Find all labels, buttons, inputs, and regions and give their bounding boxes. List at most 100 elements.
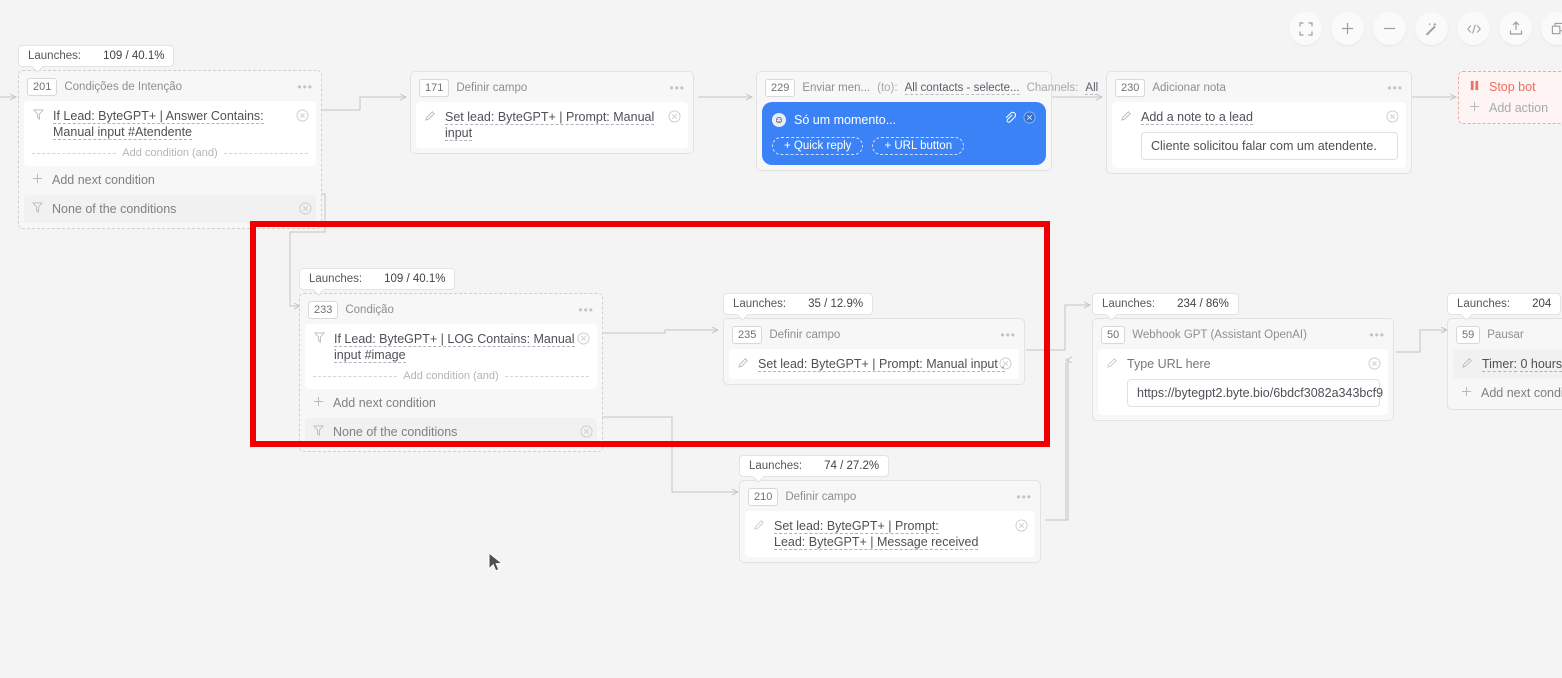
remove-message-icon[interactable] bbox=[1023, 111, 1036, 129]
webhook-card[interactable]: Type URL here https://bytegpt2.byte.bio/… bbox=[1098, 349, 1388, 415]
node-menu-icon[interactable]: ••• bbox=[1016, 491, 1032, 503]
to-value[interactable]: All contacts - selecte... bbox=[904, 82, 1020, 95]
remove-branch-icon[interactable] bbox=[299, 202, 312, 215]
node-title: Condição bbox=[345, 304, 394, 316]
node-229-header: 229 Enviar men... (to): All contacts - s… bbox=[762, 77, 1120, 102]
canvas-toolbar[interactable] bbox=[1289, 12, 1562, 45]
timer-card[interactable]: Timer: 0 hours bbox=[1453, 349, 1562, 379]
remove-condition-icon[interactable] bbox=[577, 332, 590, 345]
flow-canvas[interactable]: Launches: 109 / 40.1% 201 Condições de I… bbox=[0, 0, 1562, 678]
channels-label: Channels: bbox=[1026, 82, 1079, 94]
node-171-header: 171 Definir campo ••• bbox=[416, 77, 688, 102]
node-230-header: 230 Adicionar nota ••• bbox=[1112, 77, 1406, 102]
action-text-line2: Lead: ByteGPT+ | Message received bbox=[774, 535, 979, 550]
action-card[interactable]: Set lead: ByteGPT+ | Prompt: Lead: ByteG… bbox=[745, 511, 1035, 557]
node-title: Definir campo bbox=[769, 329, 841, 341]
remove-branch-icon[interactable] bbox=[580, 425, 593, 438]
node-229-enviar-mensagem[interactable]: 229 Enviar men... (to): All contacts - s… bbox=[756, 71, 1120, 171]
to-label: (to): bbox=[877, 82, 898, 94]
pencil-icon bbox=[424, 109, 437, 121]
node-id: 171 bbox=[419, 79, 450, 97]
add-next-condition-201[interactable]: Add next condition bbox=[24, 166, 316, 191]
node-menu-icon[interactable]: ••• bbox=[1369, 329, 1385, 341]
node-menu-icon[interactable]: ••• bbox=[578, 304, 594, 316]
plus-icon bbox=[32, 173, 43, 187]
filter-icon bbox=[32, 108, 45, 120]
node-59-header: 59 Pausar bbox=[1453, 324, 1562, 349]
remove-action-icon[interactable] bbox=[1368, 357, 1381, 370]
node-menu-icon[interactable]: ••• bbox=[669, 82, 685, 94]
add-next-condition-59[interactable]: Add next condition bbox=[1453, 379, 1562, 404]
action-card[interactable]: Set lead: ByteGPT+ | Prompt: Manual inpu… bbox=[729, 349, 1019, 379]
fullscreen-button[interactable] bbox=[1289, 12, 1322, 45]
node-59-pausar[interactable]: 59 Pausar Timer: 0 hours Add next condit… bbox=[1447, 318, 1562, 410]
none-of-conditions-233[interactable]: None of the conditions bbox=[305, 418, 597, 446]
zoom-in-button[interactable] bbox=[1331, 12, 1364, 45]
plus-icon bbox=[313, 396, 324, 410]
launches-label: Launches: bbox=[749, 460, 803, 472]
node-233-condicao[interactable]: 233 Condição ••• If Lead: ByteGPT+ | LOG… bbox=[299, 293, 603, 452]
launches-label: Launches: bbox=[1102, 298, 1156, 310]
code-button[interactable] bbox=[1457, 12, 1490, 45]
node-171-definir-campo[interactable]: 171 Definir campo ••• Set lead: ByteGPT+… bbox=[410, 71, 694, 154]
url-button[interactable]: + URL button bbox=[872, 137, 965, 155]
launches-value: 109 / 40.1% bbox=[384, 273, 446, 285]
node-menu-icon[interactable]: ••• bbox=[297, 81, 313, 93]
launches-badge-233: Launches: 109 / 40.1% bbox=[299, 268, 456, 290]
webhook-url-field[interactable]: https://bytegpt2.byte.bio/6bdcf3082a343b… bbox=[1127, 379, 1383, 407]
launches-value: 74 / 27.2% bbox=[824, 460, 880, 472]
note-card[interactable]: Add a note to a lead Cliente solicitou f… bbox=[1112, 102, 1406, 168]
condition-card[interactable]: If Lead: ByteGPT+ | LOG Contains: Manual… bbox=[305, 324, 597, 389]
node-201-condicoes-de-intencao[interactable]: 201 Condições de Intenção ••• If Lead: B… bbox=[18, 70, 322, 229]
timer-value: 0 hours bbox=[1520, 357, 1562, 372]
remove-action-icon[interactable] bbox=[999, 357, 1012, 370]
remove-action-icon[interactable] bbox=[1015, 519, 1028, 532]
action-text: Set lead: ByteGPT+ | Prompt: Manual inpu… bbox=[445, 110, 655, 141]
node-menu-icon[interactable]: ••• bbox=[1387, 82, 1403, 94]
filter-icon bbox=[31, 202, 44, 216]
node-id: 230 bbox=[1115, 79, 1146, 97]
condition-card[interactable]: If Lead: ByteGPT+ | Answer Contains: Man… bbox=[24, 101, 316, 166]
node-menu-icon[interactable]: ••• bbox=[1000, 329, 1016, 341]
attachment-icon[interactable] bbox=[1003, 111, 1017, 129]
pencil-icon bbox=[1106, 356, 1119, 368]
node-id: 50 bbox=[1101, 326, 1126, 344]
extra-button[interactable] bbox=[1541, 12, 1562, 45]
launches-label: Launches: bbox=[28, 50, 82, 62]
node-title: Definir campo bbox=[785, 491, 857, 503]
filter-icon bbox=[313, 331, 326, 343]
add-condition-and[interactable]: Add condition (and) bbox=[32, 147, 308, 159]
launches-label: Launches: bbox=[733, 298, 787, 310]
remove-condition-icon[interactable] bbox=[296, 109, 309, 122]
node-50-header: 50 Webhook GPT (Assistant OpenAI) ••• bbox=[1098, 324, 1388, 349]
share-button[interactable] bbox=[1499, 12, 1532, 45]
channels-value[interactable]: All bbox=[1085, 82, 1099, 95]
node-210-definir-campo[interactable]: 210 Definir campo ••• Set lead: ByteGPT+… bbox=[739, 480, 1041, 563]
stop-bot-node[interactable]: Stop bot Add action bbox=[1458, 71, 1562, 124]
quick-reply-button[interactable]: + Quick reply bbox=[772, 137, 864, 155]
add-next-condition-233[interactable]: Add next condition bbox=[305, 389, 597, 414]
note-text-field[interactable]: Cliente solicitou falar com um atendente… bbox=[1141, 132, 1398, 160]
remove-action-icon[interactable] bbox=[668, 110, 681, 123]
emoji-icon: ☺ bbox=[772, 113, 786, 127]
launches-label: Launches: bbox=[1457, 298, 1511, 310]
add-action-button[interactable]: Add action bbox=[1469, 101, 1559, 115]
node-50-webhook-gpt[interactable]: 50 Webhook GPT (Assistant OpenAI) ••• Ty… bbox=[1092, 318, 1394, 421]
zoom-out-button[interactable] bbox=[1373, 12, 1406, 45]
remove-action-icon[interactable] bbox=[1386, 110, 1399, 123]
node-title: Enviar men... bbox=[802, 82, 871, 94]
node-id: 201 bbox=[27, 78, 58, 96]
node-235-definir-campo[interactable]: 235 Definir campo ••• Set lead: ByteGPT+… bbox=[723, 318, 1025, 385]
pencil-icon bbox=[753, 518, 766, 530]
pause-icon bbox=[1469, 80, 1480, 94]
condition-text: If Lead: ByteGPT+ | Answer Contains: Man… bbox=[53, 109, 264, 140]
action-card[interactable]: Set lead: ByteGPT+ | Prompt: Manual inpu… bbox=[416, 102, 688, 148]
action-text: Set lead: ByteGPT+ | Prompt: Manual inpu… bbox=[758, 357, 1005, 372]
node-201-header: 201 Condições de Intenção ••• bbox=[24, 76, 316, 101]
none-of-conditions-201[interactable]: None of the conditions bbox=[24, 195, 316, 223]
stop-bot-row[interactable]: Stop bot bbox=[1469, 80, 1559, 94]
message-bubble[interactable]: ☺ Só um momento... + Quick reply + URL b… bbox=[762, 102, 1046, 165]
magic-wand-button[interactable] bbox=[1415, 12, 1448, 45]
node-230-adicionar-nota[interactable]: 230 Adicionar nota ••• Add a note to a l… bbox=[1106, 71, 1412, 174]
add-condition-and[interactable]: Add condition (and) bbox=[313, 370, 589, 382]
